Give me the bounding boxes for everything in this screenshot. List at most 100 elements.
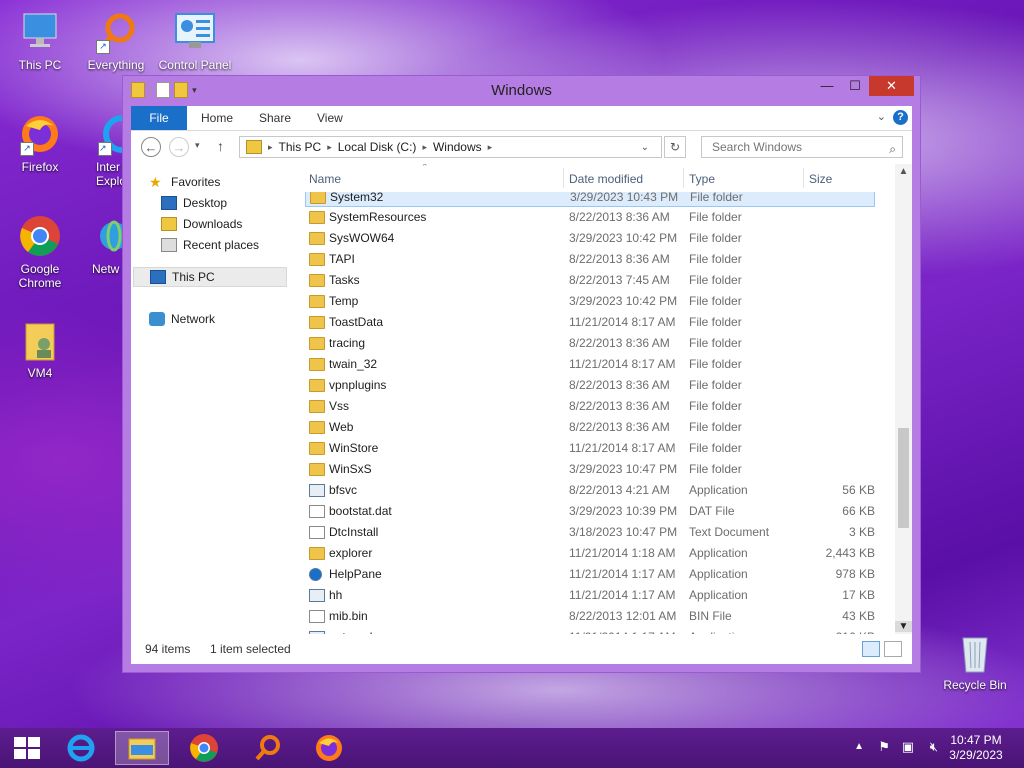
expand-ribbon-icon[interactable]: ⌄ xyxy=(877,110,886,123)
desktop-icon-firefox[interactable]: ↗ Firefox xyxy=(0,112,80,174)
file-row[interactable]: System32 3/29/2023 10:43 PM File folder xyxy=(305,192,875,207)
column-divider[interactable] xyxy=(803,168,804,188)
file-row[interactable]: Vss 8/22/2013 8:36 AM File folder xyxy=(305,396,875,417)
file-row[interactable]: Tasks 8/22/2013 7:45 AM File folder xyxy=(305,270,875,291)
file-row[interactable]: SysWOW64 3/29/2023 10:42 PM File folder xyxy=(305,228,875,249)
nav-downloads[interactable]: Downloads xyxy=(161,214,242,234)
address-dropdown-icon[interactable]: ⌄ xyxy=(641,142,649,153)
application-icon xyxy=(309,484,325,497)
desktop-icon-label: This PC xyxy=(18,58,62,72)
breadcrumb-windows[interactable]: Windows xyxy=(433,140,482,154)
file-row[interactable]: vpnplugins 8/22/2013 8:36 AM File folder xyxy=(305,375,875,396)
breadcrumb-local-disk[interactable]: Local Disk (C:) xyxy=(338,140,417,154)
scroll-thumb[interactable] xyxy=(898,428,909,528)
desktop-icon-recycle-bin[interactable]: Recycle Bin xyxy=(935,630,1015,692)
column-divider[interactable] xyxy=(563,168,564,188)
file-explorer-icon xyxy=(128,738,156,760)
magnifier-icon: ↗ xyxy=(94,10,138,54)
column-header-name[interactable]: Name xyxy=(309,172,341,186)
taskbar-clock[interactable]: 10:47 PM 3/29/2023 xyxy=(946,733,1006,763)
file-date: 8/22/2013 8:36 AM xyxy=(569,420,670,434)
explorer-window[interactable]: | ▾ Windows — ☐ ✕ File Home Share View ⌄… xyxy=(122,75,921,673)
file-row[interactable]: tracing 8/22/2013 8:36 AM File folder xyxy=(305,333,875,354)
close-button[interactable]: ✕ xyxy=(869,76,914,96)
column-header-date[interactable]: Date modified xyxy=(569,172,643,186)
taskbar-firefox[interactable] xyxy=(302,731,356,765)
nav-this-pc[interactable]: This PC xyxy=(133,267,287,287)
file-row[interactable]: HelpPane 11/21/2014 1:17 AM Application 978… xyxy=(305,564,875,585)
taskbar-chrome[interactable] xyxy=(177,731,231,765)
nav-recent-places[interactable]: Recent places xyxy=(161,235,259,255)
network-status-icon[interactable]: ▣ xyxy=(902,739,914,755)
search-icon[interactable]: ⌕ xyxy=(889,139,896,159)
tab-file[interactable]: File xyxy=(131,106,187,130)
file-size: 56 KB xyxy=(842,483,875,497)
file-row[interactable]: ToastData 11/21/2014 8:17 AM File folder xyxy=(305,312,875,333)
file-row[interactable]: TAPI 8/22/2013 8:36 AM File folder xyxy=(305,249,875,270)
desktop-icon-control-panel[interactable]: Control Panel xyxy=(155,10,235,72)
file-row[interactable]: bfsvc 8/22/2013 4:21 AM Application 56 KB xyxy=(305,480,875,501)
shortcut-arrow-icon: ↗ xyxy=(98,142,112,156)
back-button[interactable]: ← xyxy=(141,137,161,157)
recycle-bin-icon xyxy=(953,630,997,674)
nav-favorites[interactable]: ★ Favorites xyxy=(149,172,220,192)
taskbar-file-explorer[interactable] xyxy=(115,731,169,765)
file-name: ToastData xyxy=(329,315,384,329)
file-row[interactable]: bootstat.dat 3/29/2023 10:39 PM DAT File 66… xyxy=(305,501,875,522)
taskbar: ▲ ⚑ ▣ 🔇︎ 10:47 PM 3/29/2023 xyxy=(0,728,1024,768)
desktop-icon-vm4[interactable]: VM4 xyxy=(0,318,80,380)
file-row[interactable]: mib.bin 8/22/2013 12:01 AM BIN File 43 KB xyxy=(305,606,875,627)
refresh-button[interactable]: ↻ xyxy=(664,136,686,158)
desktop-icon-google-chrome[interactable]: Google Chrome xyxy=(0,214,80,290)
desktop-icon-internet-explorer[interactable]: ↗ Inter Explo xyxy=(72,112,122,188)
tab-view[interactable]: View xyxy=(303,106,357,130)
file-row[interactable]: Web 8/22/2013 8:36 AM File folder xyxy=(305,417,875,438)
tab-share[interactable]: Share xyxy=(245,106,305,130)
show-hidden-icons-icon[interactable]: ▲ xyxy=(854,741,864,752)
forward-button[interactable]: → xyxy=(169,137,189,157)
column-header-type[interactable]: Type xyxy=(689,172,715,186)
file-date: 8/22/2013 7:45 AM xyxy=(569,273,670,287)
file-row[interactable]: twain_32 11/21/2014 8:17 AM File folder xyxy=(305,354,875,375)
maximize-button[interactable]: ☐ xyxy=(841,76,869,96)
column-divider[interactable] xyxy=(683,168,684,188)
breadcrumb-separator-icon: ▸ xyxy=(268,141,273,152)
help-icon[interactable]: ? xyxy=(893,110,908,125)
nav-network[interactable]: Network xyxy=(149,309,215,329)
search-input[interactable] xyxy=(710,139,874,155)
file-row[interactable]: SystemResources 8/22/2013 8:36 AM File fol… xyxy=(305,207,875,228)
volume-muted-icon[interactable]: 🔇︎ xyxy=(930,739,938,755)
file-row[interactable]: WinSxS 3/29/2023 10:47 PM File folder xyxy=(305,459,875,480)
scroll-up-button[interactable]: ▲ xyxy=(895,166,912,177)
desktop-icon-label: Everything xyxy=(87,58,145,72)
file-date: 3/18/2023 10:47 PM xyxy=(569,525,678,539)
file-row[interactable]: notepad 11/21/2014 1:17 AM Application 216 … xyxy=(305,627,875,634)
recent-locations-chevron-icon[interactable]: ▾ xyxy=(195,140,200,151)
file-row[interactable]: hh 11/21/2014 1:17 AM Application 17 KB xyxy=(305,585,875,606)
start-button[interactable] xyxy=(0,731,54,765)
scroll-down-button[interactable]: ▼ xyxy=(895,621,912,632)
breadcrumb-this-pc[interactable]: This PC xyxy=(279,140,322,154)
file-row[interactable]: Temp 3/29/2023 10:42 PM File folder xyxy=(305,291,875,312)
search-box[interactable]: ⌕ xyxy=(701,136,903,158)
column-header-size[interactable]: Size xyxy=(809,172,832,186)
nav-desktop[interactable]: Desktop xyxy=(161,193,227,213)
large-icons-view-button[interactable] xyxy=(884,641,902,657)
file-row[interactable]: explorer 11/21/2014 1:18 AM Application 2,4… xyxy=(305,543,875,564)
title-bar[interactable]: | ▾ Windows — ☐ ✕ xyxy=(123,76,920,104)
desktop-icon-network[interactable]: Netw xyxy=(86,214,122,276)
taskbar-everything[interactable] xyxy=(240,731,294,765)
desktop-icon-everything[interactable]: ↗ Everything xyxy=(76,10,156,72)
up-button[interactable]: ↑ xyxy=(217,138,224,154)
taskbar-internet-explorer[interactable] xyxy=(54,731,108,765)
desktop-icon-this-pc[interactable]: This PC xyxy=(0,10,80,72)
file-row[interactable]: WinStore 11/21/2014 8:17 AM File folder xyxy=(305,438,875,459)
help-icon xyxy=(309,568,322,581)
vertical-scrollbar[interactable]: ▲ ▼ xyxy=(895,164,912,634)
file-row[interactable]: DtcInstall 3/18/2023 10:47 PM Text Documen… xyxy=(305,522,875,543)
address-bar[interactable]: ▸ This PC ▸ Local Disk (C:) ▸ Windows ▸ … xyxy=(239,136,662,158)
details-view-button[interactable] xyxy=(862,641,880,657)
tab-home[interactable]: Home xyxy=(187,106,247,130)
action-center-flag-icon[interactable]: ⚑ xyxy=(878,739,890,755)
minimize-button[interactable]: — xyxy=(813,76,841,96)
